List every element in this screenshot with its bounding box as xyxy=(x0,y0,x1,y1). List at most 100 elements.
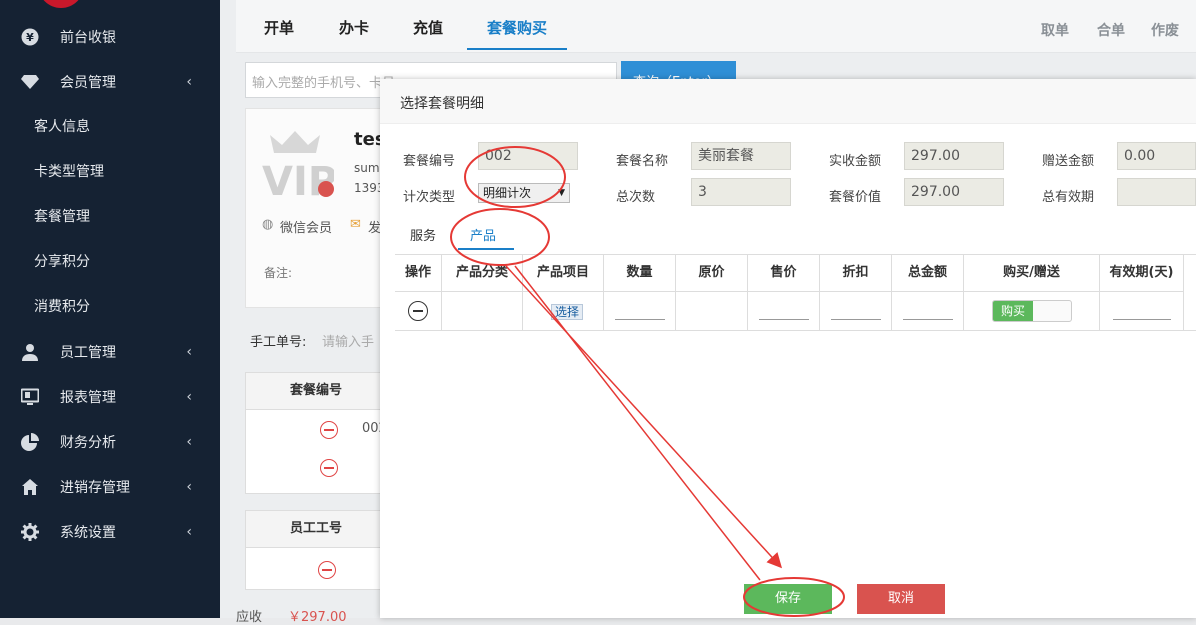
col-price: 售价 xyxy=(748,255,820,330)
th-price: 售价 xyxy=(748,255,819,292)
col-qty: 数量 xyxy=(604,255,676,330)
sidebar-sub-consume-points[interactable]: 消费积分 xyxy=(34,287,214,327)
sidebar-item-cashier[interactable]: ¥ 前台收银 xyxy=(0,17,220,57)
tab-product[interactable]: 产品 xyxy=(470,225,496,244)
sidebar-sub-share-points[interactable]: 分享积分 xyxy=(34,242,214,282)
col-total: 总金额 xyxy=(892,255,964,330)
count-type-label: 计次类型 xyxy=(403,190,456,205)
bg-package-table: 套餐编号 002 xyxy=(245,372,387,494)
gift-amount-field: 0.00 xyxy=(1117,142,1196,170)
col-validity: 有效期(天) xyxy=(1100,255,1184,330)
monitor-icon xyxy=(20,387,40,407)
actual-amount-field: 297.00 xyxy=(904,142,1004,170)
th-category: 产品分类 xyxy=(442,255,522,292)
gear-icon xyxy=(20,522,40,542)
yen-icon: ¥ xyxy=(20,27,40,47)
validity-field xyxy=(1117,178,1196,206)
top-tab-bar: 开单 办卡 充值 套餐购买 取单 合单 作废 xyxy=(236,0,1196,53)
package-name-field: 美丽套餐 xyxy=(691,142,791,170)
discount-input[interactable] xyxy=(831,319,881,320)
col-buy-gift: 购买/赠送 购买 xyxy=(964,255,1100,330)
package-name-label: 套餐名称 xyxy=(616,154,669,169)
svg-text:¥: ¥ xyxy=(26,31,34,44)
manual-order-label: 手工单号: xyxy=(250,335,307,350)
save-button[interactable]: 保存 xyxy=(744,584,832,614)
validity-input[interactable] xyxy=(1113,319,1171,320)
manual-order-input[interactable]: 请输入手 xyxy=(322,331,374,350)
sidebar-sub-guest-info[interactable]: 客人信息 xyxy=(34,107,214,147)
due-label: 应收 xyxy=(236,610,263,625)
tab-open-order[interactable]: 开单 xyxy=(264,17,294,38)
home-icon xyxy=(20,477,40,497)
count-type-value: 明细计次 xyxy=(483,186,532,200)
chevron-down-icon: ▼ xyxy=(558,188,565,198)
sidebar-item-inventory[interactable]: 进销存管理 ‹ xyxy=(0,467,220,507)
buy-gift-toggle[interactable]: 购买 xyxy=(992,300,1072,322)
toggle-buy-label: 购买 xyxy=(993,301,1033,321)
member-line: sum xyxy=(354,161,380,175)
caret-left-icon: ‹ xyxy=(186,389,192,405)
package-no-label: 套餐编号 xyxy=(403,154,456,169)
merge-order-button[interactable]: 合单 xyxy=(1097,20,1125,40)
caret-left-icon: ‹ xyxy=(186,434,192,450)
qty-input[interactable] xyxy=(615,319,665,320)
note-label: 备注: xyxy=(264,266,293,280)
sidebar-sub-card-type[interactable]: 卡类型管理 xyxy=(34,152,214,192)
sidebar-item-staff[interactable]: 员工管理 ‹ xyxy=(0,332,220,372)
package-detail-modal: 选择套餐明细 套餐编号 002 套餐名称 美丽套餐 实收金额 297.00 赠送… xyxy=(380,79,1196,618)
total-input[interactable] xyxy=(903,319,953,320)
choose-product-button[interactable]: 选择 xyxy=(551,304,583,320)
sidebar-item-reports[interactable]: 报表管理 ‹ xyxy=(0,377,220,417)
remove-row-icon[interactable] xyxy=(408,301,428,321)
sidebar-item-label: 员工管理 xyxy=(60,345,116,361)
package-no-field: 002 xyxy=(478,142,578,170)
void-button[interactable]: 作废 xyxy=(1151,20,1179,40)
sidebar-item-members[interactable]: 会员管理 ‹ xyxy=(0,62,220,102)
th-total: 总金额 xyxy=(892,255,963,292)
remove-row-icon[interactable] xyxy=(318,561,336,579)
th-qty: 数量 xyxy=(604,255,675,292)
package-value-field: 297.00 xyxy=(904,178,1004,206)
active-tab-underline xyxy=(467,48,567,50)
pie-chart-icon xyxy=(20,432,40,452)
sidebar-item-label: 前台收银 xyxy=(60,30,116,46)
sub-tab-underline xyxy=(458,248,514,250)
diamond-icon xyxy=(20,72,40,92)
sidebar-item-label: 系统设置 xyxy=(60,525,116,541)
total-count-label: 总次数 xyxy=(616,190,656,205)
sidebar-item-settings[interactable]: 系统设置 ‹ xyxy=(0,512,220,552)
vip-badge-icon: VIP xyxy=(262,131,334,199)
take-order-button[interactable]: 取单 xyxy=(1041,20,1069,40)
count-type-select[interactable]: 明细计次 ▼ xyxy=(478,183,570,203)
tab-service[interactable]: 服务 xyxy=(410,225,436,244)
validity-label: 总有效期 xyxy=(1042,190,1095,205)
search-placeholder: 输入完整的手机号、卡号 xyxy=(252,76,396,91)
th-discount: 折扣 xyxy=(820,255,891,292)
col-discount: 折扣 xyxy=(820,255,892,330)
logo-badge xyxy=(38,0,84,8)
sidebar-item-finance[interactable]: 财务分析 ‹ xyxy=(0,422,220,462)
user-icon xyxy=(20,342,40,362)
cancel-button[interactable]: 取消 xyxy=(857,584,945,614)
th-validity: 有效期(天) xyxy=(1100,255,1183,292)
th-action: 操作 xyxy=(395,255,441,292)
tab-package-purchase[interactable]: 套餐购买 xyxy=(487,17,547,38)
bg-staff-table: 员工工号 xyxy=(245,510,387,590)
caret-left-icon: ‹ xyxy=(186,524,192,540)
col-orig-price: 原价 xyxy=(676,255,748,330)
sidebar-item-label: 财务分析 xyxy=(60,435,116,451)
sidebar: ¥ 前台收银 会员管理 ‹ 客人信息 卡类型管理 套餐管理 分享积分 消费积分 … xyxy=(0,0,220,618)
sidebar-sub-package[interactable]: 套餐管理 xyxy=(34,197,214,237)
tab-recharge[interactable]: 充值 xyxy=(413,17,443,38)
tab-card[interactable]: 办卡 xyxy=(339,17,369,38)
mail-icon: ✉ xyxy=(350,217,361,232)
price-input[interactable] xyxy=(759,319,809,320)
remove-row-icon[interactable] xyxy=(320,421,338,439)
caret-left-icon: ‹ xyxy=(186,479,192,495)
product-table: 操作 产品分类 产品项目 选择 数量 原价 售价 折扣 总金额 购买/赠送 购买… xyxy=(395,254,1196,331)
sidebar-item-label: 进销存管理 xyxy=(60,480,130,496)
remove-row-icon[interactable] xyxy=(320,459,338,477)
th-orig-price: 原价 xyxy=(676,255,747,292)
due-value: ￥297.00 xyxy=(288,610,347,625)
bg-table-header: 套餐编号 xyxy=(246,373,386,410)
